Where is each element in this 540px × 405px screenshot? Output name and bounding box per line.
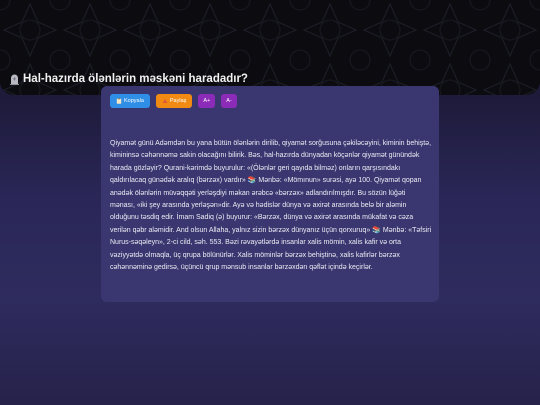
font-increase-button[interactable]: A+	[198, 94, 216, 108]
share-button-label: Paylaş	[169, 98, 187, 104]
share-icon	[162, 99, 168, 103]
copy-button-label: Kopyala	[124, 98, 144, 104]
article-text: Qiyamət günü Adəmdən bu yana bütün ölənl…	[110, 140, 432, 272]
font-decrease-button[interactable]: A-	[221, 94, 237, 108]
tombstone-icon	[10, 74, 19, 85]
article-card: Kopyala Paylaş A+ A- Qiyamət günü Adəmdə…	[101, 86, 439, 302]
page-title: Hal-hazırda ölənlərin məskəni haradadır?	[10, 73, 248, 85]
share-button[interactable]: Paylaş	[155, 94, 193, 108]
header-banner: Hal-hazırda ölənlərin məskəni haradadır?	[0, 0, 540, 95]
toolbar: Kopyala Paylaş A+ A-	[110, 94, 237, 108]
copy-button[interactable]: Kopyala	[110, 94, 150, 108]
clipboard-icon	[116, 98, 122, 104]
page-title-text: Hal-hazırda ölənlərin məskəni haradadır?	[23, 73, 248, 85]
